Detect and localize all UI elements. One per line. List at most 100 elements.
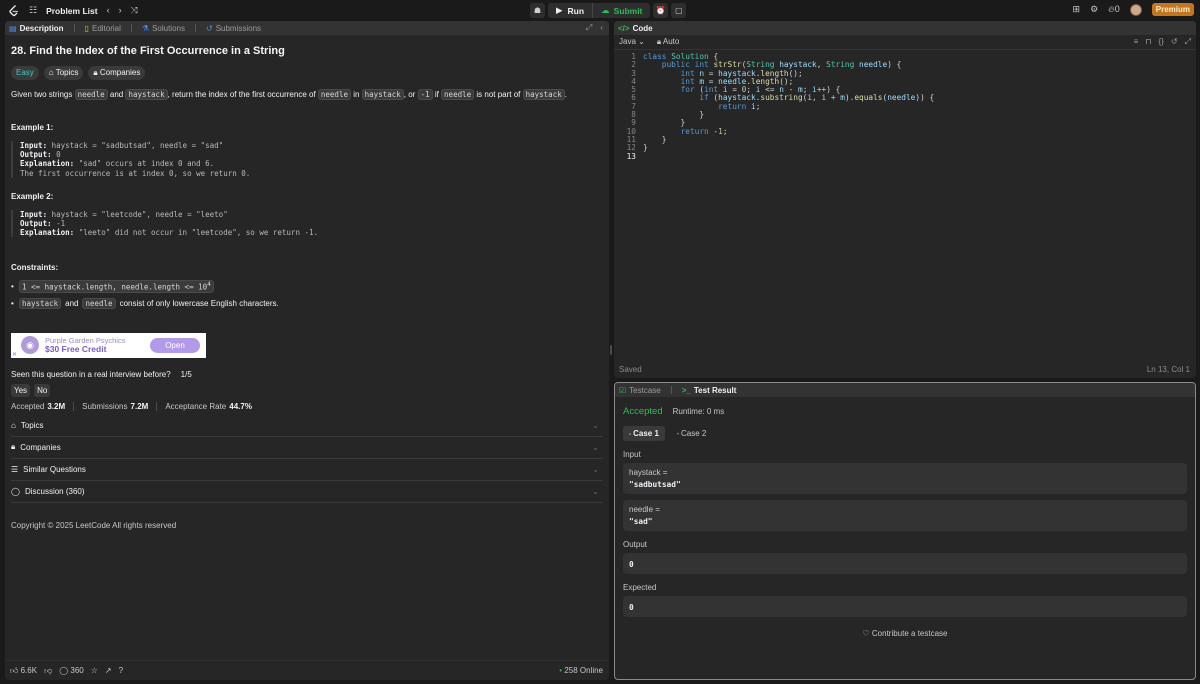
- input-label: Input: [623, 450, 641, 459]
- maximize-icon[interactable]: ⤢: [586, 23, 592, 33]
- tab-solutions[interactable]: ⚗ Solutions: [142, 24, 185, 33]
- example-box: Input: haystack = "leetcode", needle = "…: [11, 209, 603, 238]
- code-brackets-icon: </>: [618, 23, 630, 33]
- problem-list-link[interactable]: Problem List: [46, 6, 97, 16]
- collapse-icon[interactable]: ‹: [600, 23, 603, 33]
- ad-line2: $30 Free Credit: [45, 344, 107, 355]
- case-label: Case 2: [681, 429, 707, 438]
- code-editor[interactable]: 1 2 3 4 5 6 7 8 9 10 11 12 13 class Solu…: [614, 52, 1196, 161]
- stat-label: Accepted: [11, 401, 45, 411]
- braces-icon[interactable]: {}: [1159, 37, 1164, 47]
- tab-test-result[interactable]: >_ Test Result: [682, 386, 737, 395]
- tab-submissions[interactable]: ↺ Submissions: [206, 24, 261, 33]
- run-label: Run: [567, 5, 585, 16]
- example-input: Input: haystack = "leetcode", needle = "…: [20, 210, 603, 219]
- streak-fire-icon[interactable]: 🔥︎0: [1108, 5, 1120, 14]
- help-icon[interactable]: ?: [119, 666, 123, 675]
- premium-button[interactable]: Premium: [1151, 3, 1194, 16]
- stat-divider: [156, 401, 158, 411]
- case-label: Case 1: [633, 429, 659, 438]
- alarm-icon: ⏰: [655, 6, 666, 15]
- constraint-text: consist of only lowercase English charac…: [119, 298, 279, 308]
- copyright-rest: 2025 LeetCode All rights reserved: [55, 520, 177, 530]
- ad-banner[interactable]: ◉ Purple Garden Psychics $30 Free Credit…: [11, 332, 206, 358]
- yes-button[interactable]: Yes: [11, 383, 31, 397]
- stat-label: Submissions: [82, 401, 128, 411]
- label: Input:: [20, 209, 48, 219]
- play-icon: ▶: [556, 5, 563, 15]
- companies-badge[interactable]: 🔒︎ Companies: [88, 66, 146, 80]
- left-tabs: ▤ Description ▯ Editorial ⚗ Solutions ↺ Subm…: [5, 21, 609, 35]
- interview-question: Seen this question in a real interview b…: [11, 370, 603, 379]
- checkbox-icon: ☑: [619, 385, 627, 395]
- fullscreen-icon[interactable]: ⤢: [1185, 37, 1191, 47]
- debug-button[interactable]: ☗: [530, 3, 545, 18]
- value: "sad" occurs at index 0 and 6.: [74, 159, 215, 169]
- submit-button[interactable]: ☁ Submit: [592, 3, 650, 18]
- tab-code[interactable]: </> Code: [618, 24, 653, 33]
- shuffle-icon[interactable]: ⤨: [131, 6, 138, 15]
- layout-icon[interactable]: ⊞: [1073, 5, 1081, 14]
- accordion-topics[interactable]: ⌂ Topics ⌄: [11, 415, 603, 437]
- case-2-tab[interactable]: • Case 2: [671, 426, 712, 441]
- code-line: }: [643, 110, 705, 120]
- stat-label: Acceptance Rate: [165, 401, 227, 411]
- bug-icon: ☗: [533, 6, 542, 15]
- auto-mode[interactable]: 🔒︎ Auto: [657, 37, 680, 47]
- tab-divider: [73, 24, 75, 32]
- inline-code: haystack: [19, 297, 62, 309]
- comments-button[interactable]: ◯ 360: [59, 666, 84, 675]
- tab-testcase[interactable]: ☑ Testcase: [619, 386, 661, 395]
- desc-text: is not part of: [474, 90, 523, 99]
- run-button[interactable]: ▶ Run: [548, 3, 592, 18]
- cloud-upload-icon: ☁: [601, 5, 610, 15]
- share-icon[interactable]: ↗: [105, 666, 112, 675]
- input-haystack-box: haystack = "sadbutsad": [623, 463, 1187, 494]
- favorite-star-icon[interactable]: ☆: [91, 666, 98, 675]
- problem-list-icon[interactable]: ☷: [29, 6, 37, 15]
- example-box: Input: haystack = "sadbutsad", needle = …: [11, 141, 603, 178]
- inline-code: needle: [441, 89, 475, 100]
- ad-close-icon[interactable]: ✕: [12, 351, 17, 358]
- source-code[interactable]: class Solution { public int strStr(Strin…: [636, 52, 934, 161]
- timer-button[interactable]: ⏰: [653, 3, 669, 18]
- case-1-tab[interactable]: • Case 1: [623, 426, 665, 441]
- format-icon[interactable]: ≡: [1134, 37, 1139, 47]
- label: Explanation:: [20, 159, 75, 169]
- reset-icon[interactable]: ↺: [1171, 37, 1178, 47]
- online-dot-icon: •: [559, 666, 563, 675]
- problem-title[interactable]: 28. Find the Index of the First Occurren…: [11, 45, 603, 57]
- next-problem-icon[interactable]: ›: [119, 6, 122, 15]
- notes-button[interactable]: ▢: [671, 3, 687, 18]
- accordion-companies[interactable]: 🔒︎ Companies ⌄: [11, 437, 603, 459]
- acceptance-rate-stat: Acceptance Rate 44.7%: [165, 402, 252, 411]
- language-select[interactable]: Java ⌄: [619, 37, 645, 47]
- accordion-similar-questions[interactable]: ☰ Similar Questions ⌄: [11, 459, 603, 481]
- topics-badge[interactable]: ⌂ Topics: [43, 66, 84, 80]
- prev-problem-icon[interactable]: ‹: [107, 6, 110, 15]
- tab-test-result-label: Test Result: [693, 385, 737, 395]
- settings-gear-icon[interactable]: ⚙: [1090, 5, 1098, 14]
- constraint-item: haystack and needle consist of only lowe…: [11, 297, 603, 309]
- chevron-down-icon: ⌄: [592, 486, 599, 496]
- copyright: Copyright © 2025 LeetCode All rights res…: [11, 521, 603, 530]
- no-button[interactable]: No: [34, 383, 51, 397]
- submissions-history-icon: ↺: [205, 23, 213, 33]
- input-needle-box: needle = "sad": [623, 500, 1187, 531]
- tab-description[interactable]: ▤ Description: [9, 24, 64, 33]
- example-title: Example 1:: [11, 123, 54, 132]
- tab-editorial[interactable]: ▯ Editorial: [85, 24, 121, 33]
- dislike-button[interactable]: 👎︎: [44, 666, 52, 676]
- bookmark-icon[interactable]: ⊓: [1145, 37, 1151, 47]
- ad-open-button[interactable]: Open: [150, 337, 200, 353]
- leetcode-logo-icon[interactable]: [8, 4, 20, 17]
- accordion-discussion[interactable]: ◯ Discussion (360) ⌄: [11, 481, 603, 503]
- panel-resize-handle[interactable]: [610, 345, 612, 355]
- like-button[interactable]: 👍︎ 6.6K: [10, 666, 37, 676]
- avatar[interactable]: [1129, 3, 1142, 16]
- chevron-down-icon: ⌄: [592, 464, 599, 474]
- inline-code: -1: [417, 89, 433, 100]
- contribute-testcase-link[interactable]: ♡ Contribute a testcase: [623, 629, 1187, 638]
- constraint-text: 1 <= haystack.length, needle.length <= 1…: [22, 282, 208, 292]
- code-panel: </> Code Java ⌄ 🔒︎ Auto ≡ ⊓ {} ↺ ⤢ 1 2 3 …: [614, 21, 1196, 378]
